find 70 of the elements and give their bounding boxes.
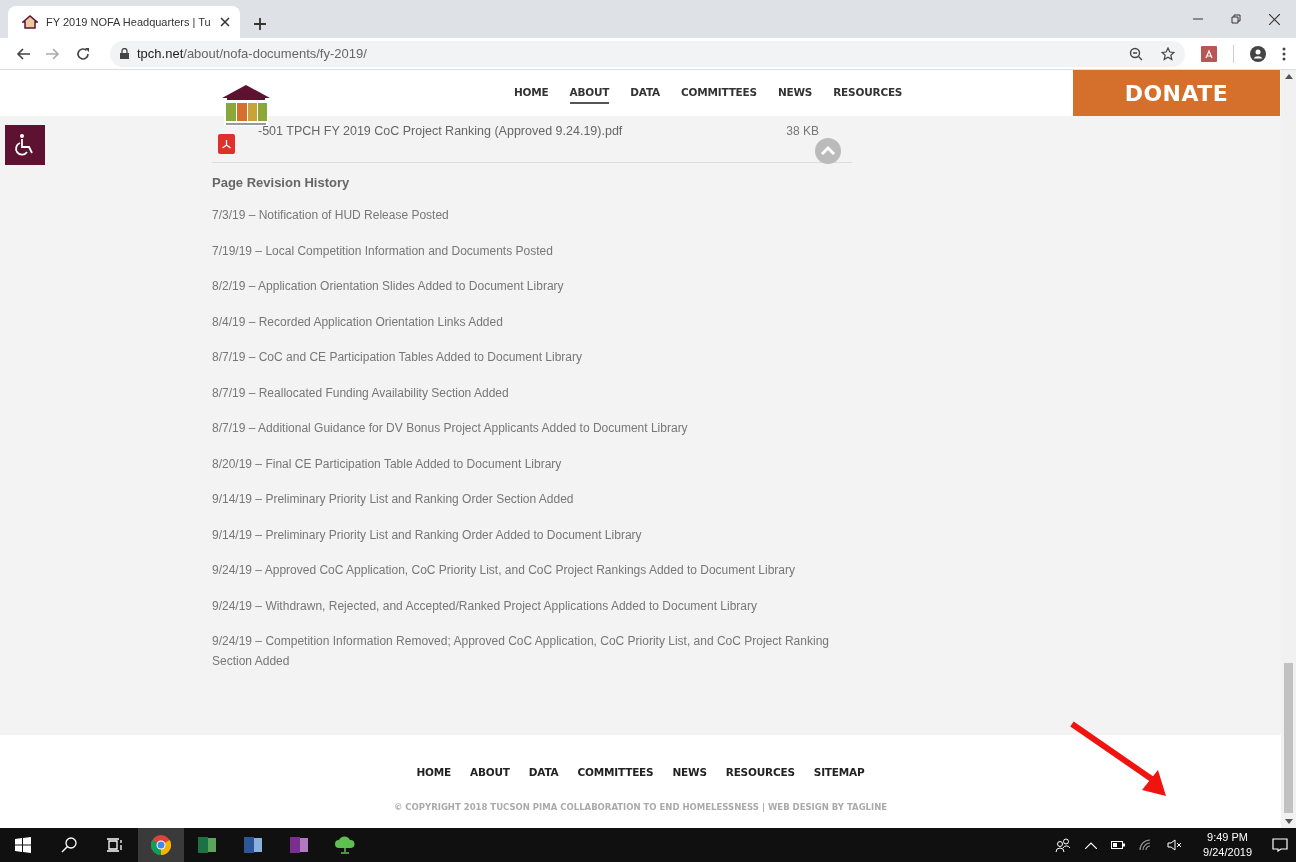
copyright-text: © COPYRIGHT 2018 TUCSON PIMA COLLABORATION TO END HOMELESSNESS | WEB DESIGN BY TAGLINE (393, 802, 888, 812)
chrome-taskbar-icon[interactable] (138, 828, 184, 862)
date-text: 9/24/2019 (1203, 845, 1252, 860)
back-icon[interactable] (16, 47, 30, 60)
close-icon[interactable] (220, 17, 230, 27)
browser-tab[interactable]: FY 2019 NOFA Headquarters | Tu (8, 6, 240, 38)
windows-icon (15, 837, 31, 853)
nav-link[interactable]: DATA (630, 82, 660, 104)
pdf-extension-icon[interactable] (1201, 45, 1217, 62)
scroll-up-arrow-icon[interactable] (1284, 74, 1293, 79)
battery-icon[interactable] (1111, 841, 1126, 849)
revision-entry: 7/19/19 – Local Competition Information and Documents Posted (212, 242, 554, 260)
url-text: tpch.net/about/nofa-documents/fy-2019/ (137, 46, 367, 61)
revision-entry: 9/24/19 – Competition Information Removed; Approved CoC Application, CoC Priority List, and CoC Project Ranking Section Added (212, 633, 830, 670)
footer-link[interactable]: HOME (416, 766, 452, 778)
new-tab-icon[interactable] (254, 18, 266, 30)
pdf-icon (218, 134, 235, 154)
revision-entry: 9/24/19 – Withdrawn, Rejected, and Accepted/Ranked Project Applications Added to Document Library (212, 597, 758, 615)
task-view-icon (107, 838, 123, 852)
reload-icon[interactable] (76, 46, 90, 61)
cloud-monitor-icon (334, 836, 356, 854)
profile-icon[interactable] (1250, 45, 1266, 62)
footer-link[interactable]: NEWS (672, 766, 707, 778)
address-bar[interactable]: tpch.net/about/nofa-documents/fy-2019/ (110, 40, 1185, 67)
document-icon (244, 837, 262, 853)
file-size: 38 KB (786, 124, 819, 138)
revision-entry: 8/20/19 – Final CE Participation Table Added to Document Library (212, 455, 563, 473)
browser-icon (151, 835, 171, 855)
document-link[interactable]: -501 TPCH FY 2019 CoC Project Ranking (Approved 9.24.19).pdf (258, 124, 623, 138)
footer-link[interactable]: SITEMAP (813, 766, 865, 778)
revision-entry: 8/7/19 – CoC and CE Participation Tables Added to Document Library (212, 349, 583, 366)
zoom-out-icon[interactable] (1129, 46, 1143, 61)
restore-icon[interactable] (1231, 14, 1241, 24)
footer-link[interactable]: RESOURCES (725, 766, 795, 778)
notification-icon[interactable] (1272, 838, 1288, 852)
muted-speaker-icon[interactable] (1167, 839, 1184, 851)
scroll-down-arrow-icon[interactable] (1284, 819, 1293, 824)
section-heading: Page Revision History (212, 175, 351, 190)
revision-entry: 9/14/19 – Preliminary Priority List and Ranking Order Added to Document Library (212, 526, 643, 544)
lock-icon (120, 48, 129, 59)
chevron-up-icon[interactable] (1085, 841, 1098, 849)
wheelchair-icon (14, 133, 36, 157)
revision-entry: 8/2/19 – Application Orientation Slides Added to Document Library (212, 278, 565, 295)
footer-link[interactable]: COMMITTEES (577, 766, 654, 778)
revision-entry: 8/4/19 – Recorded Application Orientation Links Added (212, 313, 504, 331)
people-icon[interactable] (1055, 838, 1072, 852)
nav-link[interactable]: COMMITTEES (681, 82, 757, 104)
footer-link[interactable]: ABOUT (470, 766, 510, 778)
nav-link[interactable]: NEWS (777, 82, 813, 104)
revision-entry: 8/7/19 – Additional Guidance for DV Bonus Project Applicants Added to Document Library (212, 420, 689, 437)
accessibility-button[interactable] (5, 125, 45, 165)
search-icon (61, 837, 77, 853)
menu-icon[interactable] (1282, 46, 1286, 61)
revision-entry: 9/24/19 – Approved CoC Application, CoC Priority List, and CoC Project Rankings Added to Document Library (212, 562, 796, 579)
tab-title: FY 2019 NOFA Headquarters | Tu (46, 16, 212, 28)
house-icon (22, 15, 38, 29)
notebook-icon (290, 837, 308, 853)
spreadsheet-icon (198, 837, 216, 853)
footer-link[interactable]: DATA (528, 766, 559, 778)
nav-link[interactable]: HOME (514, 82, 549, 104)
clock[interactable]: 9:49 PM 9/24/2019 (1197, 830, 1258, 860)
nav-link[interactable]: RESOURCES (833, 82, 903, 104)
revision-entry: 9/14/19 – Preliminary Priority List and Ranking Order Section Added (212, 491, 575, 508)
revision-entry: 7/3/19 – Notification of HUD Release Posted (212, 207, 450, 224)
close-icon[interactable] (1269, 13, 1280, 25)
time-text: 9:49 PM (1207, 830, 1248, 845)
scrollbar-thumb[interactable] (1284, 663, 1293, 813)
revision-entry: 8/7/19 – Reallocated Funding Availability Section Added (212, 384, 510, 402)
star-icon[interactable] (1161, 46, 1175, 61)
nav-link[interactable]: ABOUT (569, 82, 610, 104)
